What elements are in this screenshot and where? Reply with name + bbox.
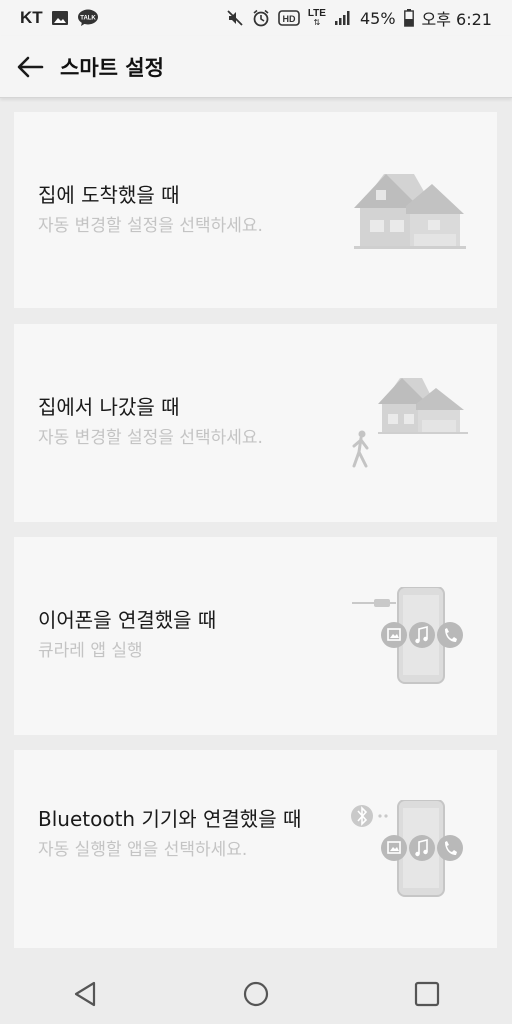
mute-icon (226, 9, 244, 27)
nav-home-button[interactable] (226, 964, 286, 1024)
card-leave-home[interactable]: 집에서 나갔을 때 자동 변경할 설정을 선택하세요. (14, 324, 497, 522)
svg-text:HD: HD (282, 14, 295, 24)
carrier-label: KT (20, 8, 43, 27)
card-title: Bluetooth 기기와 연결했을 때 (38, 807, 302, 831)
card-subtitle: 자동 변경할 설정을 선택하세요. (38, 428, 263, 448)
page-title: 스마트 설정 (60, 55, 164, 80)
nav-back-button[interactable] (55, 964, 115, 1024)
card-arrive-home[interactable]: 집에 도착했을 때 자동 변경할 설정을 선택하세요. (14, 112, 497, 308)
signal-icon (334, 10, 352, 26)
alarm-icon (252, 9, 270, 27)
card-subtitle: 자동 변경할 설정을 선택하세요. (38, 216, 263, 236)
earphone-phone-icon (352, 587, 463, 684)
smart-settings-list: 집에 도착했을 때 자동 변경할 설정을 선택하세요. 집에서 나갔을 때 자동… (0, 98, 512, 964)
svg-text:TALK: TALK (80, 16, 96, 22)
battery-percent: 45% (359, 8, 396, 28)
card-subtitle: 자동 실행할 앱을 선택하세요. (38, 840, 248, 860)
card-subtitle: 큐라레 앱 실행 (38, 641, 143, 661)
card-title: 이어폰을 연결했을 때 (38, 608, 217, 632)
lte-icon: LTE ⇅ (307, 8, 326, 27)
clock: 오후 6:21 (421, 10, 492, 29)
status-bar: KT TALK HD LTE ⇅ 45% 오후 6:21 (0, 0, 512, 36)
home-circle-icon (243, 981, 269, 1007)
gallery-icon (51, 10, 69, 26)
back-button[interactable] (0, 36, 60, 98)
hd-icon: HD (278, 10, 300, 26)
app-bar: 스마트 설정 (0, 36, 512, 98)
back-triangle-icon (75, 981, 96, 1007)
nav-recents-button[interactable] (397, 964, 457, 1024)
card-earphone-connected[interactable]: 이어폰을 연결했을 때 큐라레 앱 실행 (14, 537, 497, 735)
arrow-left-icon (17, 56, 44, 77)
battery-icon (403, 9, 414, 27)
house-walking-person-icon (352, 378, 468, 468)
navigation-bar (0, 964, 512, 1024)
recents-square-icon (414, 981, 439, 1007)
talk-icon: TALK (77, 9, 99, 27)
bluetooth-phone-icon (351, 800, 463, 897)
card-title: 집에서 나갔을 때 (38, 395, 180, 419)
card-bluetooth-connected[interactable]: Bluetooth 기기와 연결했을 때 자동 실행할 앱을 선택하세요. (14, 750, 497, 948)
card-title: 집에 도착했을 때 (38, 183, 180, 207)
house-icon (354, 174, 466, 249)
